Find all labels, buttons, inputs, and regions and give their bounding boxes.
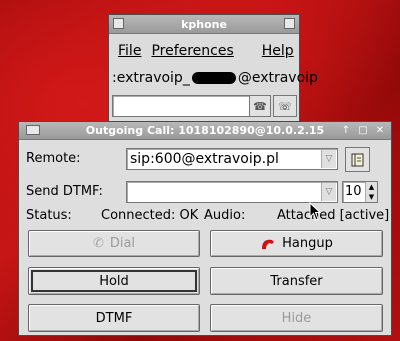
- close-icon[interactable]: [284, 18, 295, 29]
- audio-value: Attached [active]: [277, 208, 390, 223]
- maximize-icon[interactable]: □: [356, 124, 370, 137]
- dtmf-duration-spinbox[interactable]: 10 ▲ ▼: [342, 181, 378, 203]
- book-icon: [351, 153, 363, 166]
- outgoing-call-dialog: Outgoing Call: 1018102890@10.0.2.15 ↑ □ …: [18, 121, 392, 336]
- transfer-button[interactable]: Transfer: [210, 267, 383, 295]
- hold-button[interactable]: Hold: [28, 267, 200, 295]
- close-icon[interactable]: ✕: [373, 124, 387, 137]
- status-label: Status:: [26, 208, 72, 223]
- identity-prefix: :extravoip_: [112, 70, 190, 86]
- hold-label: Hold: [99, 273, 129, 289]
- dial-input[interactable]: [112, 95, 252, 117]
- spin-down-icon[interactable]: ▼: [365, 192, 377, 202]
- remote-label: Remote:: [26, 151, 81, 166]
- chevron-down-icon[interactable]: ▽: [321, 150, 336, 168]
- hide-label: Hide: [281, 310, 312, 326]
- menu-help[interactable]: Help: [262, 43, 294, 59]
- remote-input[interactable]: sip:600@extravoip.pl ▽: [126, 148, 338, 170]
- mouse-cursor-icon: [309, 202, 322, 221]
- remote-value: sip:600@extravoip.pl: [130, 151, 279, 167]
- dial-label: Dial: [109, 236, 136, 251]
- kphone-menubar: File Preferences Help: [109, 37, 299, 65]
- identity-suffix: @extravoip: [237, 70, 318, 86]
- transfer-label: Transfer: [270, 273, 323, 289]
- pin-icon[interactable]: ↑: [339, 124, 353, 137]
- chevron-down-icon[interactable]: ▽: [321, 183, 336, 201]
- status-value: Connected: OK: [101, 208, 199, 223]
- dialog-titlebar[interactable]: Outgoing Call: 1018102890@10.0.2.15: [19, 122, 391, 140]
- dtmf-label: Send DTMF:: [26, 184, 103, 199]
- dialog-title: Outgoing Call: 1018102890@10.0.2.15: [85, 124, 325, 137]
- dtmf-input[interactable]: ▽: [126, 181, 338, 203]
- dial-button[interactable]: ✆ Dial: [28, 230, 200, 257]
- kphone-window: kphone File Preferences Help :extravoip_…: [108, 14, 318, 134]
- redacted-block: [191, 72, 236, 84]
- identity-line: :extravoip_ @extravoip: [112, 70, 318, 86]
- kphone-title: kphone: [181, 17, 227, 31]
- dtmf-button[interactable]: DTMF: [28, 304, 200, 332]
- phonebook-icon[interactable]: ☏: [273, 95, 297, 117]
- menu-file[interactable]: File: [118, 43, 141, 59]
- handset-icon: ✆: [92, 236, 104, 251]
- hangup-label: Hangup: [282, 236, 333, 251]
- dial-icon[interactable]: ☎: [249, 95, 271, 117]
- audio-label: Audio:: [204, 208, 246, 223]
- spin-up-icon[interactable]: ▲: [365, 182, 377, 192]
- window-menu-icon[interactable]: [113, 18, 124, 29]
- dtmf-button-label: DTMF: [95, 310, 133, 326]
- dtmf-duration-value: 10: [345, 184, 362, 199]
- hide-button[interactable]: Hide: [210, 304, 383, 332]
- menu-preferences[interactable]: Preferences: [151, 43, 233, 59]
- hangup-button[interactable]: Hangup: [210, 230, 383, 257]
- kphone-titlebar[interactable]: kphone: [109, 15, 299, 34]
- hangup-icon: [262, 239, 275, 249]
- address-book-icon[interactable]: [345, 147, 370, 172]
- window-menu-icon[interactable]: [26, 125, 40, 135]
